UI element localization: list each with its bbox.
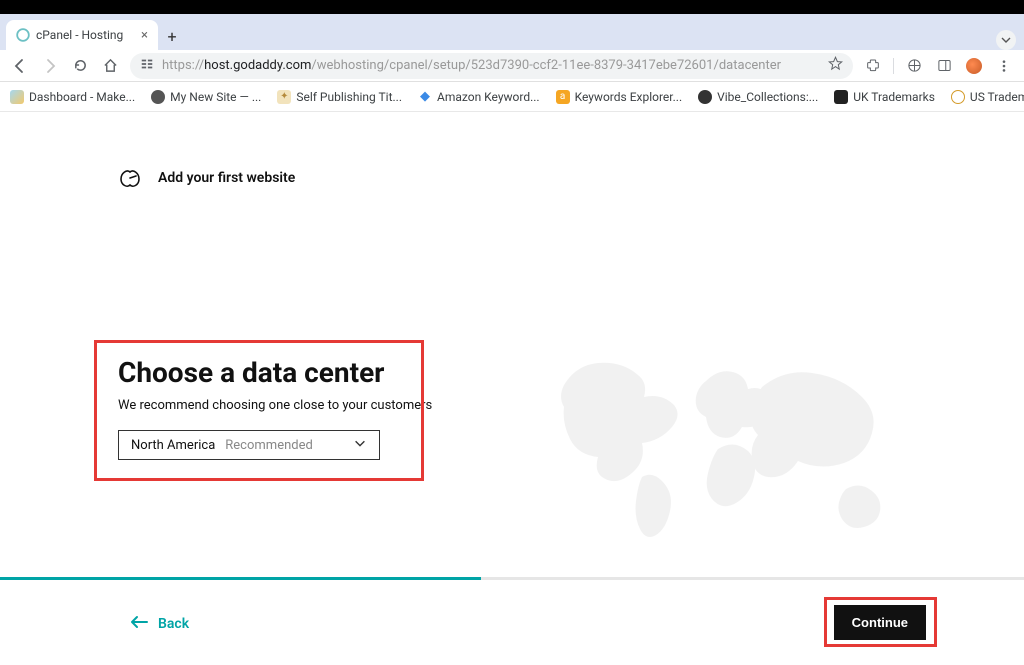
chevron-down-icon [353, 436, 367, 454]
bookmark-favicon-icon: a [556, 90, 570, 104]
back-link[interactable]: Back [130, 615, 189, 633]
browser-tab[interactable]: cPanel - Hosting × [6, 20, 158, 50]
bookmark-item[interactable]: Dashboard - Make... [10, 90, 135, 104]
bookmark-favicon-icon: ✦ [277, 90, 291, 104]
bookmark-favicon-icon: ◆ [418, 90, 432, 104]
bookmark-favicon-icon [698, 90, 712, 104]
page-header: Add your first website [118, 166, 295, 190]
url-text: https://host.godaddy.com/webhosting/cpan… [162, 58, 781, 73]
bookmark-item[interactable]: My New Site — ... [151, 90, 261, 104]
tab-overflow-chevron-icon[interactable] [996, 30, 1016, 50]
bookmark-favicon-icon [10, 90, 24, 104]
back-button[interactable] [10, 56, 30, 76]
bookmark-label: Keywords Explorer... [575, 90, 683, 104]
bookmark-item[interactable]: UK Trademarks [834, 90, 935, 104]
datacenter-dropdown[interactable]: North America Recommended [118, 430, 380, 460]
profile-avatar[interactable] [964, 56, 984, 76]
bookmark-label: Vibe_Collections:... [717, 90, 818, 104]
star-icon[interactable] [828, 56, 843, 75]
menu-icon[interactable] [994, 56, 1014, 76]
godaddy-logo-icon [118, 166, 142, 190]
footer-actions: Back Continue [0, 581, 1024, 665]
bookmark-item[interactable]: US Trademarks [951, 90, 1024, 104]
world-map-icon [546, 347, 906, 547]
browser-tab-strip: cPanel - Hosting × + [0, 14, 1024, 50]
bookmarks-bar: Dashboard - Make... My New Site — ... ✦ S… [0, 82, 1024, 112]
bookmark-label: Self Publishing Tit... [296, 90, 402, 104]
bookmark-label: Amazon Keyword... [437, 90, 540, 104]
page-content: Add your first website Choose a data cen… [0, 112, 1024, 580]
forward-button[interactable] [40, 56, 60, 76]
toolbar-separator [893, 58, 894, 74]
browser-toolbar: https://host.godaddy.com/webhosting/cpan… [0, 50, 1024, 82]
arrow-left-icon [130, 615, 148, 633]
dropdown-value: North America [131, 438, 215, 453]
bookmark-item[interactable]: a Keywords Explorer... [556, 90, 683, 104]
cpanel-favicon-icon [16, 28, 30, 42]
back-label: Back [158, 616, 189, 632]
progress-fill [0, 577, 481, 580]
bookmark-item[interactable]: ◆ Amazon Keyword... [418, 90, 540, 104]
address-bar[interactable]: https://host.godaddy.com/webhosting/cpan… [130, 53, 853, 79]
bookmark-item[interactable]: ✦ Self Publishing Tit... [277, 90, 402, 104]
bookmark-label: US Trademarks [970, 90, 1024, 104]
bookmark-label: Dashboard - Make... [29, 90, 135, 104]
progress-bar [0, 577, 1024, 580]
bookmark-favicon-icon [951, 90, 965, 104]
bookmark-item[interactable]: Vibe_Collections:... [698, 90, 818, 104]
extensions-icon[interactable] [863, 56, 883, 76]
page-header-title: Add your first website [158, 170, 295, 186]
home-button[interactable] [100, 56, 120, 76]
bookmark-label: UK Trademarks [853, 90, 935, 104]
new-window-icon[interactable] [904, 56, 924, 76]
new-tab-button[interactable]: + [158, 22, 186, 50]
letterbox-top [0, 0, 1024, 14]
subheading: We recommend choosing one close to your … [118, 398, 432, 413]
sidepanel-icon[interactable] [934, 56, 954, 76]
main-heading: Choose a data center [118, 356, 384, 389]
continue-button[interactable]: Continue [834, 605, 926, 640]
tab-title: cPanel - Hosting [36, 28, 135, 42]
site-settings-icon[interactable] [140, 57, 154, 75]
dropdown-hint: Recommended [225, 438, 313, 453]
bookmark-favicon-icon [151, 90, 165, 104]
close-icon[interactable]: × [141, 28, 148, 43]
bookmark-label: My New Site — ... [170, 90, 261, 104]
bookmark-favicon-icon [834, 90, 848, 104]
reload-button[interactable] [70, 56, 90, 76]
